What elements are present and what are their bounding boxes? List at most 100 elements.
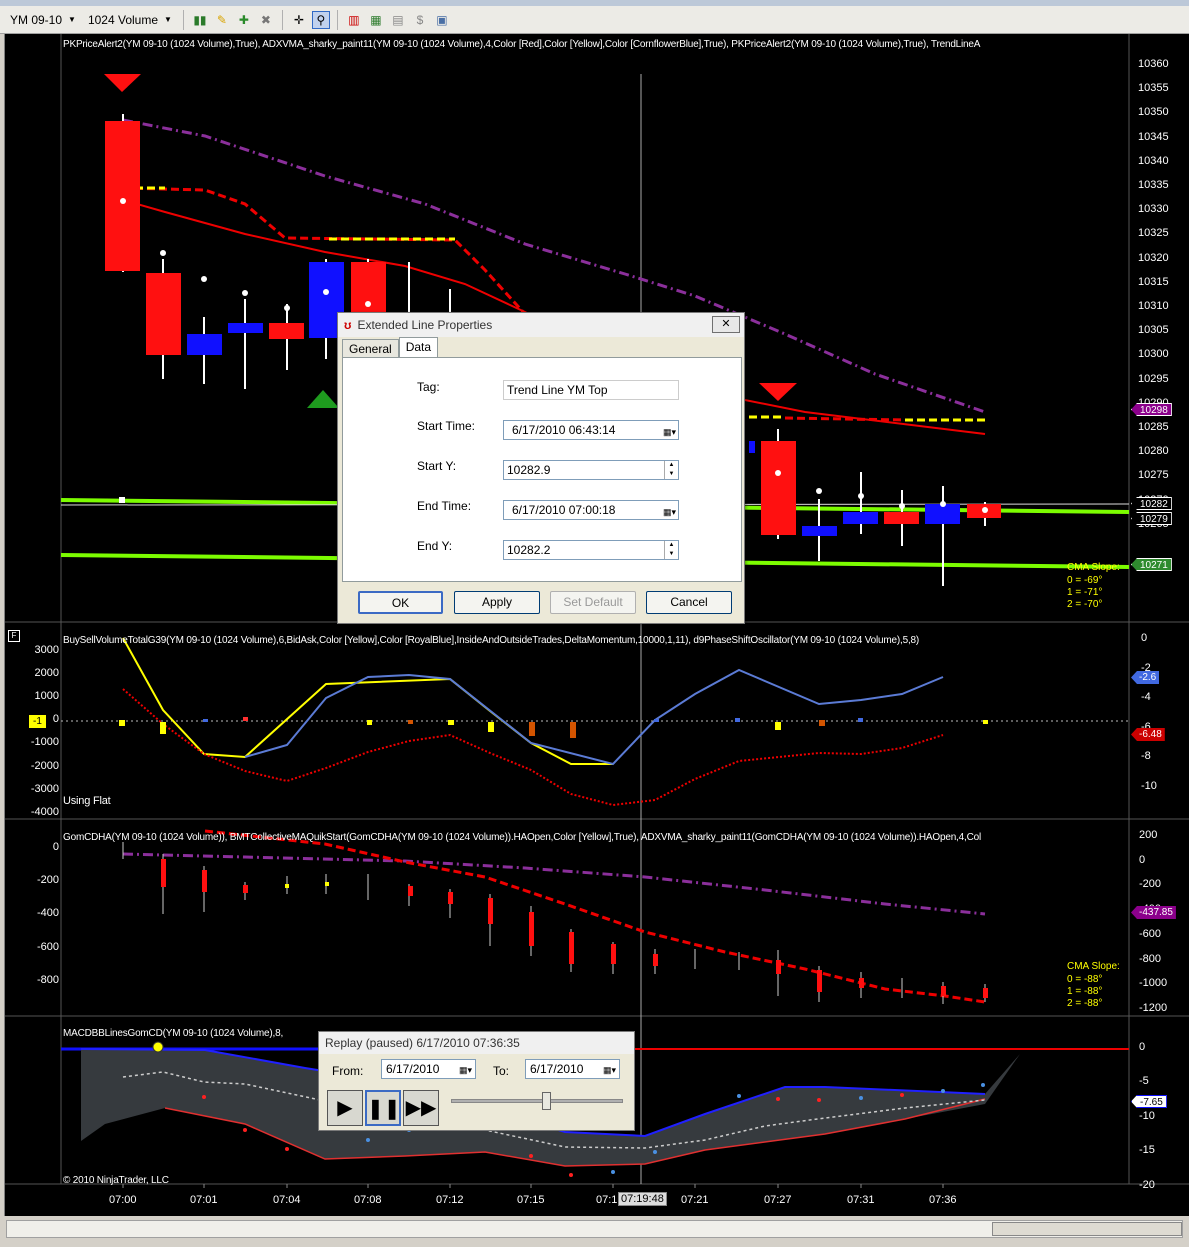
axis-tick-label: 10355	[1138, 82, 1169, 95]
instrument-value: YM 09-10	[10, 12, 63, 27]
cma-slope-line: 0 = -69°	[1067, 575, 1103, 586]
axis-tick-label: -200	[36, 874, 59, 887]
chart-trader-icon[interactable]: ▥	[345, 11, 363, 29]
fast-forward-button[interactable]: ▶▶	[403, 1090, 439, 1126]
time-tick-label: 07:12	[436, 1194, 464, 1206]
macd-tag: -7.65	[1131, 1095, 1167, 1108]
cursor-time-label: 07:19:48	[618, 1192, 667, 1206]
calendar-dropdown-icon[interactable]: ▦▾	[663, 503, 676, 521]
horizontal-scrollbar[interactable]	[0, 1216, 1189, 1247]
gom-cma-title: CMA Slope:	[1067, 961, 1120, 972]
price-tag: 10298	[1131, 403, 1172, 416]
axis-tick-label: -4000	[30, 805, 59, 818]
spinner-arrows-icon[interactable]: ▲ ▼	[664, 461, 678, 479]
blue-volume-line	[244, 668, 944, 766]
start-y-stepper[interactable]: 10282.9 ▲ ▼	[503, 460, 679, 480]
remove-draw-objects-icon[interactable]: ✖	[257, 11, 275, 29]
replay-speed-slider[interactable]	[451, 1099, 623, 1103]
end-y-stepper[interactable]: 10282.2 ▲ ▼	[503, 540, 679, 560]
from-date-picker[interactable]: 6/17/2010 ▦▾	[381, 1059, 476, 1079]
axis-tick-label: -3000	[30, 782, 59, 795]
axis-tick-label: 10295	[1138, 372, 1169, 385]
spinner-arrows-icon[interactable]: ▲ ▼	[664, 541, 678, 559]
tag-field[interactable]: Trend Line YM Top	[503, 380, 679, 400]
data-box-icon[interactable]: ▤	[389, 11, 407, 29]
slider-thumb[interactable]	[541, 1092, 551, 1110]
tab-data[interactable]: Data	[398, 337, 439, 357]
axis-tick-label: 10335	[1138, 179, 1169, 191]
drawing-tool-icon[interactable]: ✎	[213, 11, 231, 29]
to-date-picker[interactable]: 6/17/2010 ▦▾	[525, 1059, 620, 1079]
time-tick-label: 07:00	[109, 1194, 137, 1206]
set-default-button[interactable]: Set Default	[550, 591, 636, 614]
calendar-dropdown-icon[interactable]: ▦▾	[459, 1061, 472, 1079]
time-tick-label: 07:27	[764, 1194, 792, 1206]
chevron-down-icon: ▼	[68, 15, 76, 24]
copyright-label: © 2010 NinjaTrader, LLC	[63, 1175, 169, 1186]
axis-tick-label: 10350	[1138, 106, 1169, 119]
start-y-value: 10282.9	[507, 463, 551, 477]
close-button[interactable]: ✕	[712, 316, 740, 333]
play-button[interactable]: ▶	[327, 1090, 363, 1126]
axis-tick-label: -4	[1141, 691, 1151, 704]
macd-marker-icon	[152, 1041, 164, 1053]
axis-tick-label: 10315	[1138, 275, 1169, 288]
axis-tick-label: 10320	[1138, 251, 1169, 264]
bar-style-icon[interactable]: ▮▮	[191, 11, 209, 29]
strategy-icon[interactable]: ▦	[367, 11, 385, 29]
axis-tick-label: -800	[36, 973, 59, 986]
end-time-picker[interactable]: 6/17/2010 07:00:18 ▦▾	[503, 500, 679, 520]
chevron-down-icon: ▼	[164, 15, 172, 24]
axis-tick-label: -1200	[1139, 1001, 1168, 1014]
buy-alert-icon	[307, 390, 339, 408]
axis-tick-label: 2000	[34, 667, 59, 680]
calendar-dropdown-icon[interactable]: ▦▾	[663, 423, 676, 441]
time-tick-label: 07:36	[929, 1194, 957, 1206]
zoom-icon[interactable]: ⚲	[311, 10, 330, 29]
apply-button[interactable]: Apply	[454, 591, 540, 614]
start-y-label: Start Y:	[417, 459, 457, 473]
axis-tick-label: 0	[52, 841, 59, 853]
replay-title[interactable]: Replay (paused) 6/17/2010 07:36:35	[319, 1032, 634, 1054]
red-dashed-gom	[204, 829, 986, 1004]
dollar-icon[interactable]: $	[411, 11, 429, 29]
scroll-track[interactable]	[6, 1220, 1183, 1238]
axis-tick-label: -200	[1139, 878, 1162, 891]
end-time-label: End Time:	[417, 499, 472, 513]
price-tag: 10279	[1131, 512, 1172, 525]
sell-alert-icon	[104, 74, 141, 92]
axis-tick-label: -10	[1139, 1109, 1155, 1122]
axis-tick-label: 10345	[1138, 130, 1169, 143]
scroll-thumb[interactable]	[992, 1222, 1182, 1236]
using-flat-label: Using Flat	[63, 795, 111, 807]
add-indicator-icon[interactable]: ✚	[235, 11, 253, 29]
panel-menu-icon[interactable]: F	[8, 630, 20, 642]
instrument-selector[interactable]: YM 09-10 ▼	[6, 10, 80, 30]
start-time-picker[interactable]: 6/17/2010 06:43:14 ▦▾	[503, 420, 679, 440]
axis-tick-label: 0	[1141, 632, 1148, 644]
gom-tag: -437.85	[1131, 906, 1176, 919]
crosshair-icon[interactable]: ✛	[290, 11, 308, 29]
cancel-button[interactable]: Cancel	[646, 591, 732, 614]
pause-button[interactable]: ❚❚	[365, 1090, 401, 1126]
axis-tick-label: -400	[36, 907, 59, 920]
price-panel-label: PKPriceAlert2(YM 09-10 (1024 Volume),Tru…	[63, 39, 981, 50]
axis-tick-label: 200	[1139, 829, 1158, 841]
from-label: From:	[332, 1064, 364, 1078]
axis-tick-label: -5	[1139, 1075, 1149, 1088]
toolbar-divider	[336, 9, 338, 30]
axis-tick-label: -1000	[1139, 977, 1168, 990]
dialog-titlebar[interactable]: ʊ Extended Line Properties	[338, 313, 744, 337]
calendar-dropdown-icon[interactable]: ▦▾	[603, 1061, 616, 1079]
tab-general[interactable]: General	[342, 339, 399, 357]
ok-button[interactable]: OK	[358, 591, 443, 614]
time-tick-label: 07:21	[681, 1194, 709, 1206]
properties-icon[interactable]: ▣	[433, 11, 451, 29]
time-tick-label: 07:08	[354, 1194, 382, 1206]
time-tick-label: 07:15	[517, 1194, 545, 1206]
axis-tick-label: 10325	[1138, 227, 1169, 240]
cma-slope-line: 1 = -71°	[1067, 587, 1103, 598]
interval-selector[interactable]: 1024 Volume ▼	[84, 10, 176, 30]
axis-tick-label: -20	[1139, 1178, 1155, 1191]
cma-slope-line: 2 = -70°	[1067, 599, 1103, 610]
